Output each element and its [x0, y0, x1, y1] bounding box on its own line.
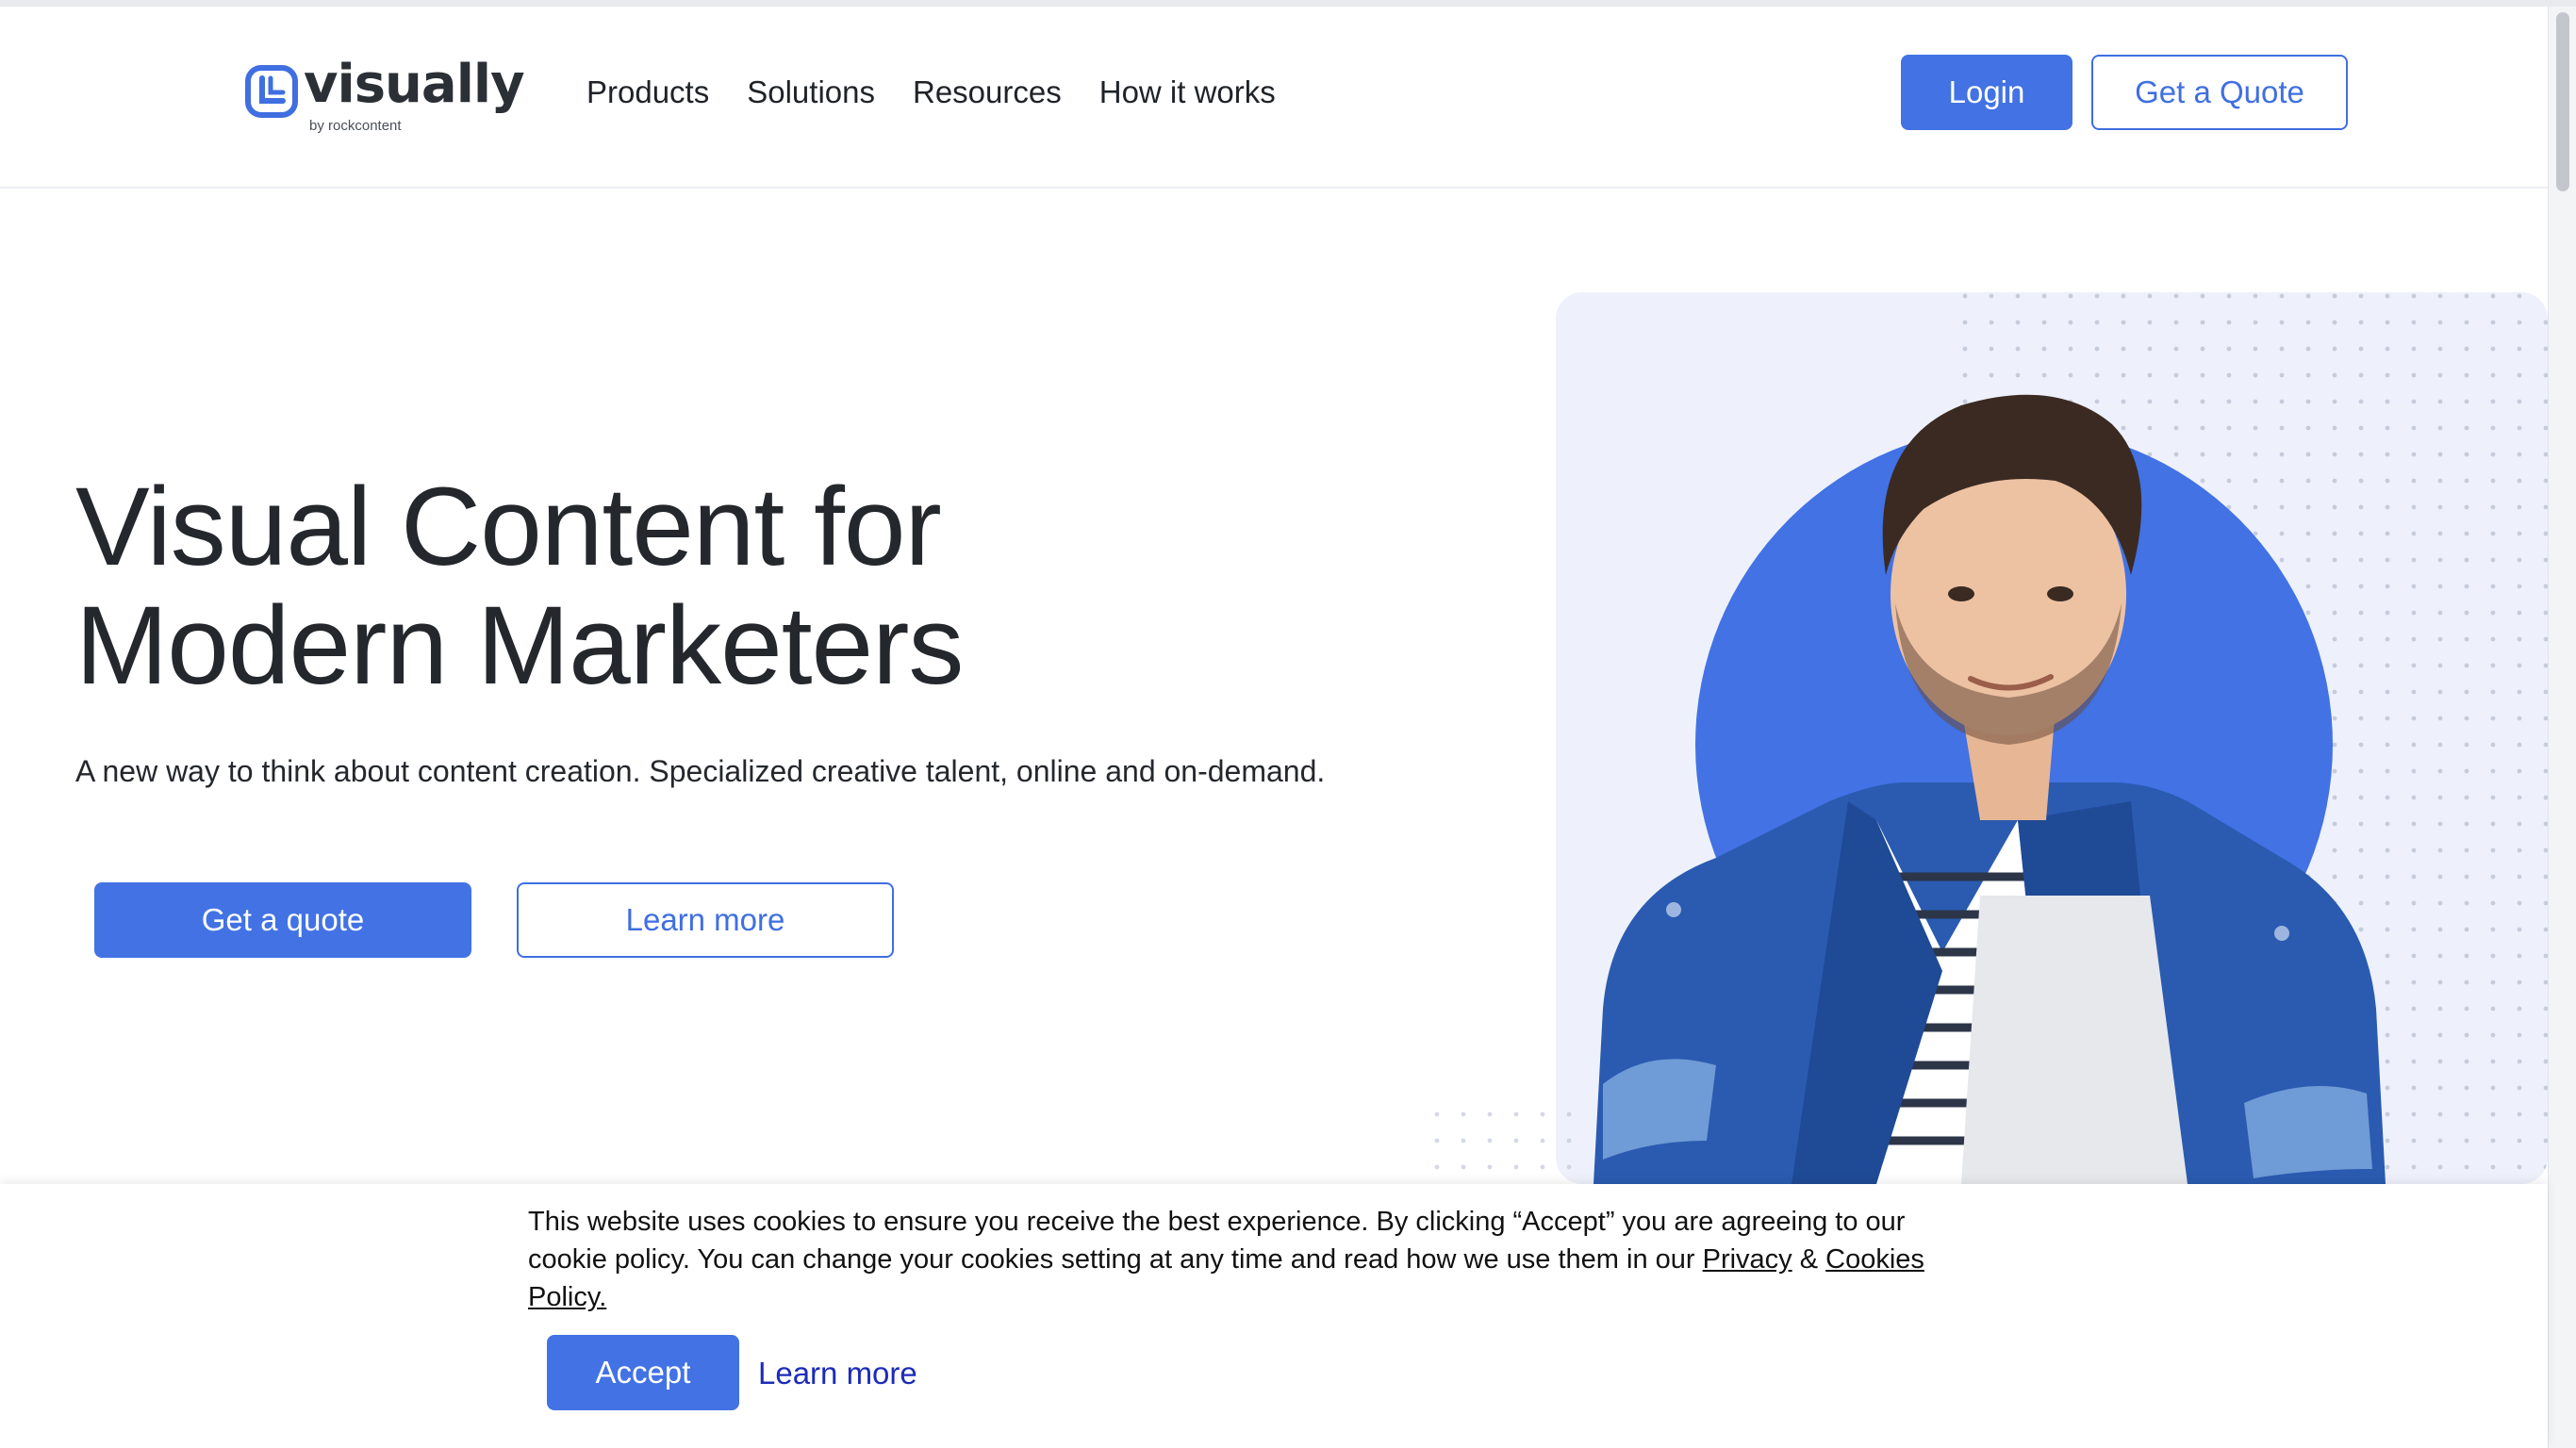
visually-logo-icon [245, 65, 298, 118]
cookie-learn-more-link[interactable]: Learn more [758, 1356, 917, 1391]
cookie-banner: This website uses cookies to ensure you … [0, 1184, 2548, 1448]
hero-learn-more-button[interactable]: Learn more [517, 882, 894, 958]
nav-item-resources[interactable]: Resources [913, 74, 1062, 110]
main-nav: Products Solutions Resources How it work… [586, 74, 1276, 110]
cookie-message: This website uses cookies to ensure you … [528, 1203, 1961, 1316]
cookie-ampersand: & [1799, 1244, 1819, 1275]
site-header: visually by rockcontent Products Solutio… [0, 7, 2548, 189]
hero-title-line-2: Modern Marketers [75, 584, 964, 708]
privacy-link[interactable]: Privacy [1703, 1244, 1792, 1275]
page-scrollbar[interactable] [2548, 7, 2576, 1448]
browser-top-edge [0, 0, 2576, 7]
get-a-quote-button[interactable]: Get a Quote [2091, 55, 2348, 130]
nav-item-how-it-works[interactable]: How it works [1099, 74, 1276, 110]
nav-item-products[interactable]: Products [586, 74, 709, 110]
logo-tagline: by rockcontent [309, 118, 402, 134]
accept-cookies-button[interactable]: Accept [547, 1335, 739, 1410]
scrollbar-thumb[interactable] [2556, 12, 2569, 191]
hero-illustration [1433, 292, 2548, 1184]
hero-title-line-1: Visual Content for [75, 465, 942, 589]
nav-item-solutions[interactable]: Solutions [747, 74, 875, 110]
hero-image [1433, 292, 2548, 1184]
hero-title: Visual Content for Modern Marketers [75, 468, 1395, 705]
visually-logo[interactable]: visually by rockcontent [245, 54, 525, 144]
cookie-message-text: This website uses cookies to ensure you … [528, 1207, 1906, 1275]
logo-wordmark: visually [304, 54, 525, 115]
login-button[interactable]: Login [1901, 55, 2072, 130]
hero-subtitle: A new way to think about content creatio… [75, 754, 1326, 788]
hero-get-a-quote-button[interactable]: Get a quote [94, 882, 471, 958]
